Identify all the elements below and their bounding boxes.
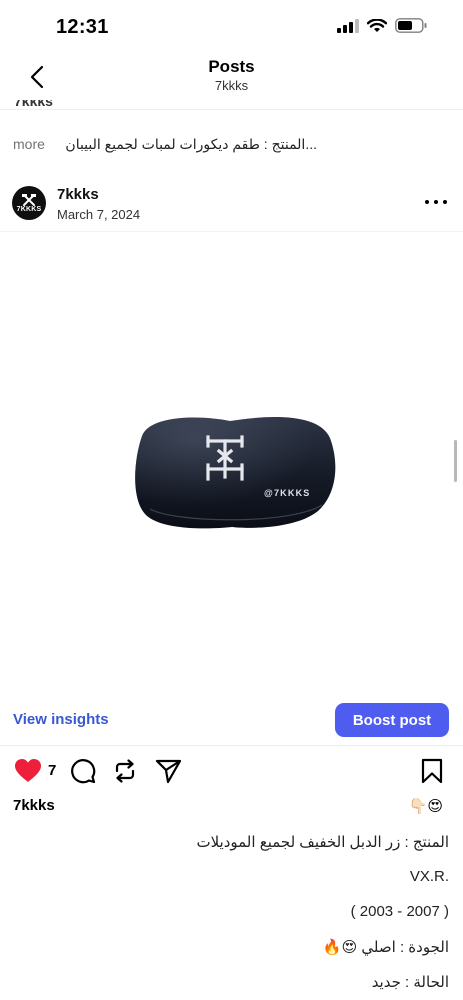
cellular-signal-icon <box>337 18 359 33</box>
like-button[interactable]: 7 <box>14 758 56 783</box>
bookmark-icon <box>421 758 443 784</box>
comment-icon <box>71 759 96 784</box>
share-button[interactable] <box>155 758 182 784</box>
post-username[interactable]: 7kkks <box>57 186 99 203</box>
post-header: 7KKKS 7kkks March 7, 2024 <box>0 176 463 232</box>
product-switch-image: @7KKKS <box>135 417 336 529</box>
insights-row: View insights Boost post <box>0 700 463 746</box>
image-watermark: @7KKKS <box>264 488 310 498</box>
tools-icon <box>22 193 36 206</box>
previous-post-caption: المنتج : طقم ديكورات لمبات لجميع البيبان… <box>65 136 317 152</box>
caption-line: الجودة : اصلي 😍🔥 <box>322 939 449 956</box>
page-subtitle: 7kkks <box>214 78 249 93</box>
more-dot-icon <box>434 200 438 204</box>
avatar-label: 7KKKS <box>16 205 42 213</box>
more-dot-icon <box>443 200 447 204</box>
status-icons <box>337 18 427 33</box>
page-title: Posts <box>208 57 255 76</box>
repost-icon <box>115 759 135 783</box>
caption-line: VX.R. <box>409 868 449 885</box>
post-actions: 7 <box>0 756 463 788</box>
more-dot-icon <box>425 200 429 204</box>
battery-icon <box>395 18 427 33</box>
send-icon <box>155 759 182 784</box>
caption-line: الحالة : جديد <box>371 974 449 991</box>
status-time: 12:31 <box>56 16 109 38</box>
save-button[interactable] <box>421 758 443 784</box>
post-date: March 7, 2024 <box>57 207 141 222</box>
scrollbar[interactable] <box>454 440 457 482</box>
caption-username[interactable]: 7kkks <box>13 797 55 814</box>
boost-post-button[interactable]: Boost post <box>335 703 449 737</box>
heart-icon <box>15 759 41 782</box>
avatar[interactable]: 7KKKS <box>12 186 46 220</box>
caption-emoji: 👇🏻😍 <box>408 798 443 815</box>
wifi-icon <box>367 18 387 32</box>
more-link[interactable]: more <box>13 136 45 152</box>
view-insights-link[interactable]: View insights <box>13 711 109 728</box>
caption-line: المنتج : زر الدبل الخفيف لجميع الموديلات <box>196 834 449 851</box>
comment-button[interactable] <box>70 758 96 784</box>
post-image[interactable]: @7KKKS <box>0 233 463 693</box>
caption-line: ( 2003 - 2007 ) <box>350 903 449 920</box>
previous-post-username: 7kkks <box>14 100 53 109</box>
more-options-button[interactable] <box>425 192 447 212</box>
status-bar: 12:31 <box>0 0 463 54</box>
like-count: 7 <box>48 762 57 779</box>
repost-button[interactable] <box>112 758 138 784</box>
